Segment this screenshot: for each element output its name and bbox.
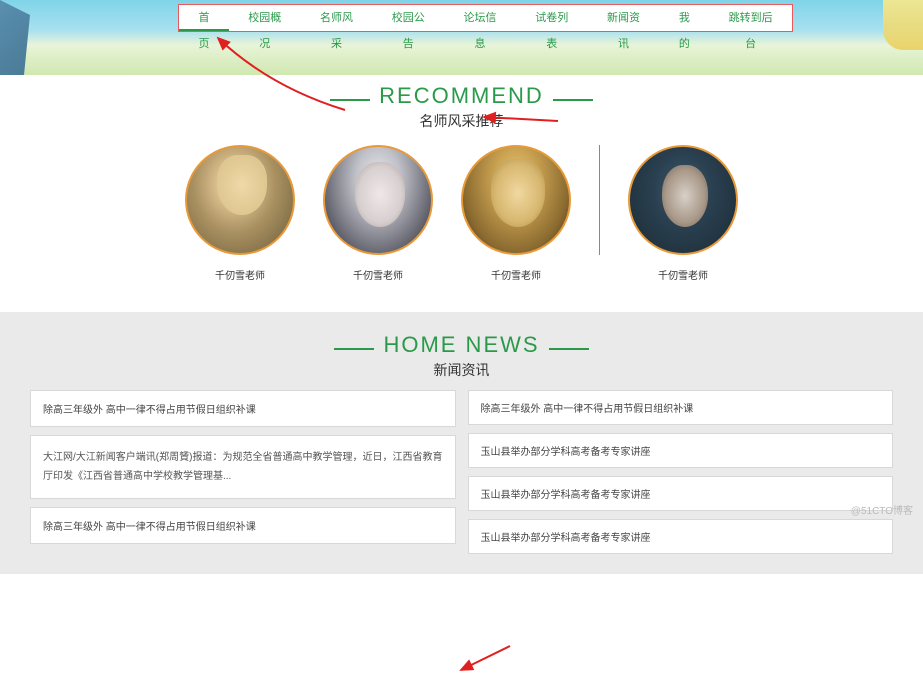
teacher-avatar[interactable] xyxy=(323,145,433,255)
news-section-title: HOME NEWS 新闻资讯 xyxy=(0,332,923,380)
news-title-en: HOME NEWS xyxy=(383,332,539,357)
recommend-title-cn: 名师风采推荐 xyxy=(0,111,923,131)
teacher-card: 千仞雪老师 xyxy=(185,145,295,282)
nav-news[interactable]: 新闻资讯 xyxy=(588,5,660,31)
news-left-column: 除高三年级外 高中一律不得占用节假日组织补课 大江网/大江新闻客户端讯(郑周贇)… xyxy=(30,390,456,554)
news-title-cn: 新闻资讯 xyxy=(0,360,923,380)
decorative-line xyxy=(334,348,374,350)
page-banner: 首页 校园概况 名师风采 校园公告 论坛信息 试卷列表 新闻资讯 我的 跳转到后… xyxy=(0,0,923,75)
teacher-card: 千仞雪老师 xyxy=(323,145,433,282)
nav-home[interactable]: 首页 xyxy=(179,5,229,31)
nav-admin[interactable]: 跳转到后台 xyxy=(709,5,792,31)
nav-exams[interactable]: 试卷列表 xyxy=(516,5,588,31)
main-nav: 首页 校园概况 名师风采 校园公告 论坛信息 试卷列表 新闻资讯 我的 跳转到后… xyxy=(178,4,793,32)
decorative-line xyxy=(330,99,370,101)
news-item-content[interactable]: 大江网/大江新闻客户端讯(郑周贇)报道：为规范全省普通高中教学管理，近日，江西省… xyxy=(30,435,456,499)
news-item-title[interactable]: 除高三年级外 高中一律不得占用节假日组织补课 xyxy=(468,390,894,425)
news-item-title[interactable]: 除高三年级外 高中一律不得占用节假日组织补课 xyxy=(30,390,456,427)
teacher-name: 千仞雪老师 xyxy=(461,267,571,282)
teacher-avatar[interactable] xyxy=(461,145,571,255)
recommend-section-title: RECOMMEND 名师风采推荐 xyxy=(0,83,923,131)
teacher-name: 千仞雪老师 xyxy=(628,267,738,282)
teacher-name: 千仞雪老师 xyxy=(323,267,433,282)
teacher-card: 千仞雪老师 xyxy=(628,145,738,282)
teacher-name: 千仞雪老师 xyxy=(185,267,295,282)
nav-mine[interactable]: 我的 xyxy=(659,5,709,31)
nav-teachers[interactable]: 名师风采 xyxy=(301,5,373,31)
news-item-title[interactable]: 玉山县举办部分学科高考备考专家讲座 xyxy=(468,519,894,554)
news-item-title[interactable]: 除高三年级外 高中一律不得占用节假日组织补课 xyxy=(30,507,456,544)
news-right-column: 除高三年级外 高中一律不得占用节假日组织补课 玉山县举办部分学科高考备考专家讲座… xyxy=(468,390,894,554)
teacher-list: 千仞雪老师 千仞雪老师 千仞雪老师 千仞雪老师 xyxy=(0,145,923,282)
annotation-arrow-icon xyxy=(455,644,515,674)
teacher-avatar[interactable] xyxy=(628,145,738,255)
recommend-title-en: RECOMMEND xyxy=(379,83,544,108)
nav-forum[interactable]: 论坛信息 xyxy=(444,5,516,31)
teacher-card: 千仞雪老师 xyxy=(461,145,571,282)
watermark-text: @51CTO博客 xyxy=(851,502,913,517)
news-item-title[interactable]: 玉山县举办部分学科高考备考专家讲座 xyxy=(468,433,894,468)
news-section: HOME NEWS 新闻资讯 除高三年级外 高中一律不得占用节假日组织补课 大江… xyxy=(0,312,923,574)
news-item-title[interactable]: 玉山县举办部分学科高考备考专家讲座 xyxy=(468,476,894,511)
vertical-divider xyxy=(599,145,600,255)
decorative-line xyxy=(553,99,593,101)
nav-announcements[interactable]: 校园公告 xyxy=(372,5,444,31)
teacher-avatar[interactable] xyxy=(185,145,295,255)
decorative-line xyxy=(549,348,589,350)
news-grid: 除高三年级外 高中一律不得占用节假日组织补课 大江网/大江新闻客户端讯(郑周贇)… xyxy=(0,380,923,554)
nav-campus-overview[interactable]: 校园概况 xyxy=(229,5,301,31)
